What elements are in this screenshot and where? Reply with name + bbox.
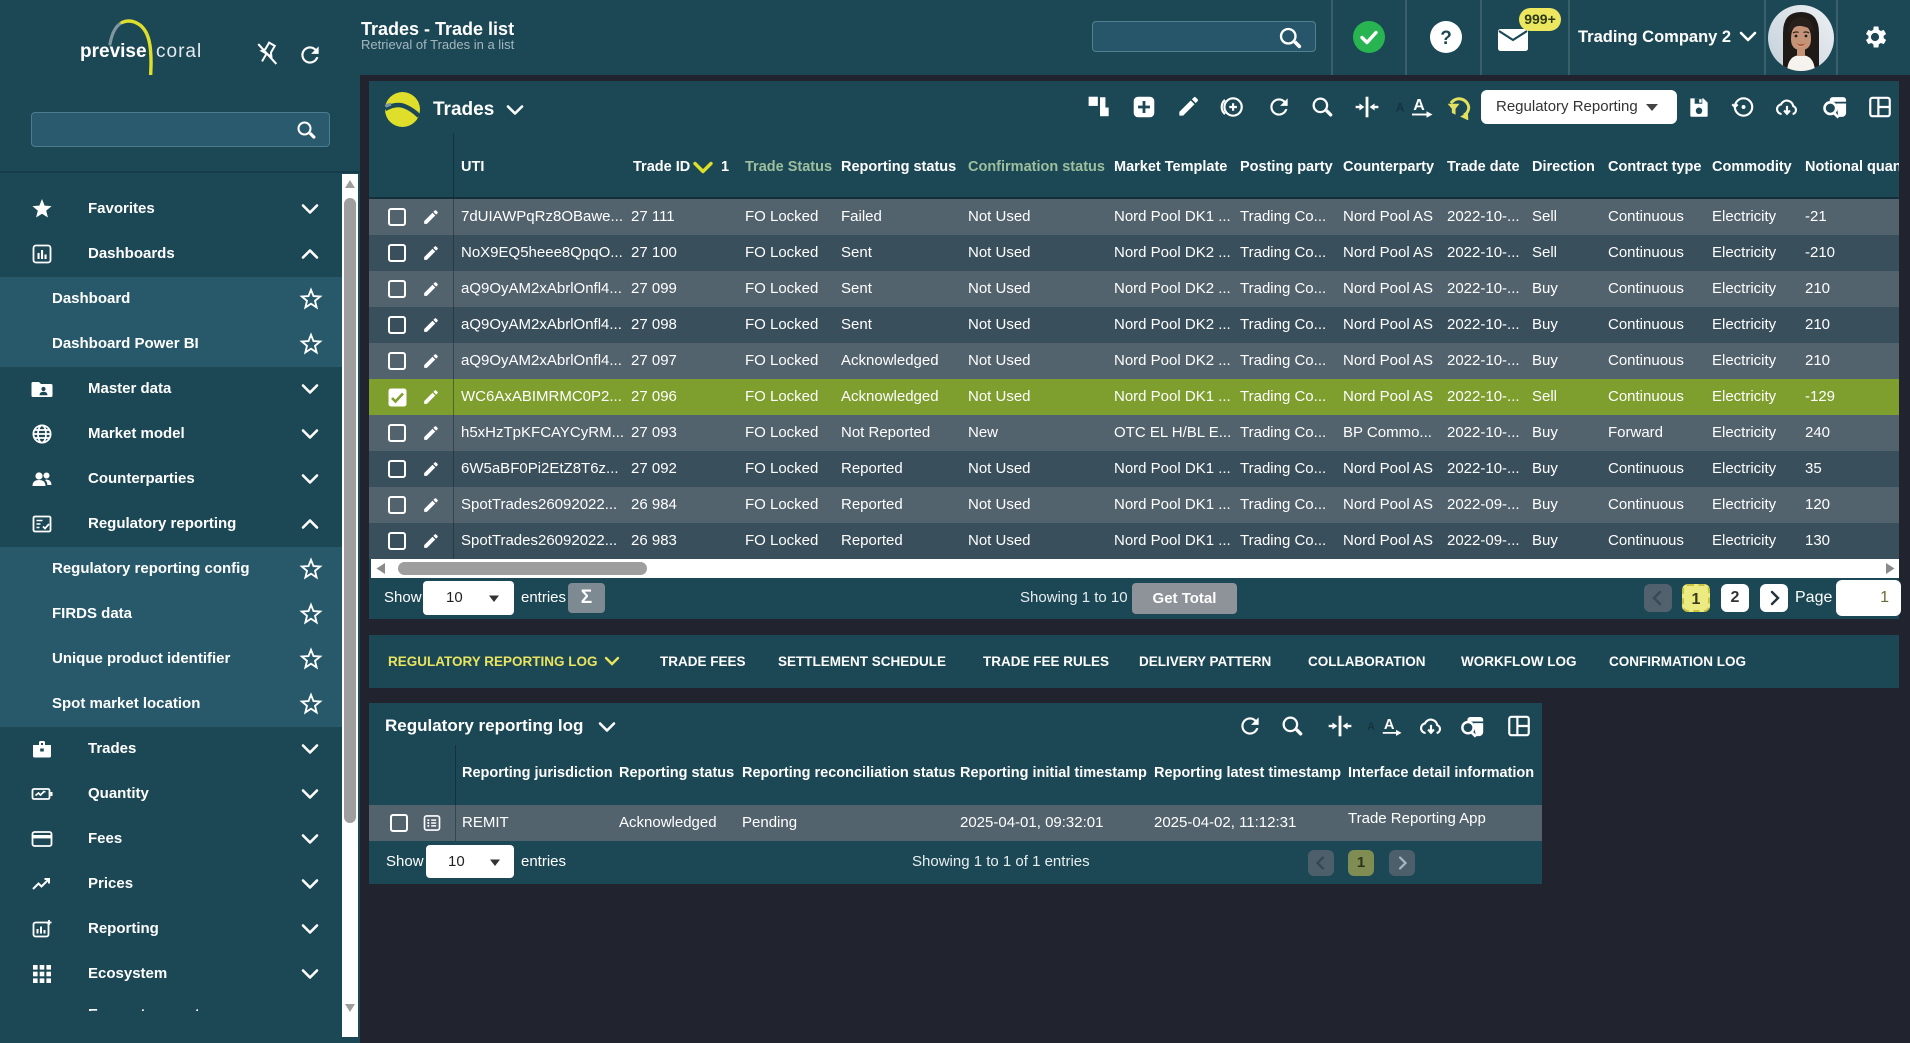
svg-text:A: A: [1367, 721, 1375, 733]
svg-text:?: ?: [1440, 28, 1452, 49]
svg-text:A: A: [1384, 717, 1395, 733]
svg-text:A: A: [1396, 101, 1405, 115]
svg-text:A: A: [1413, 97, 1425, 114]
